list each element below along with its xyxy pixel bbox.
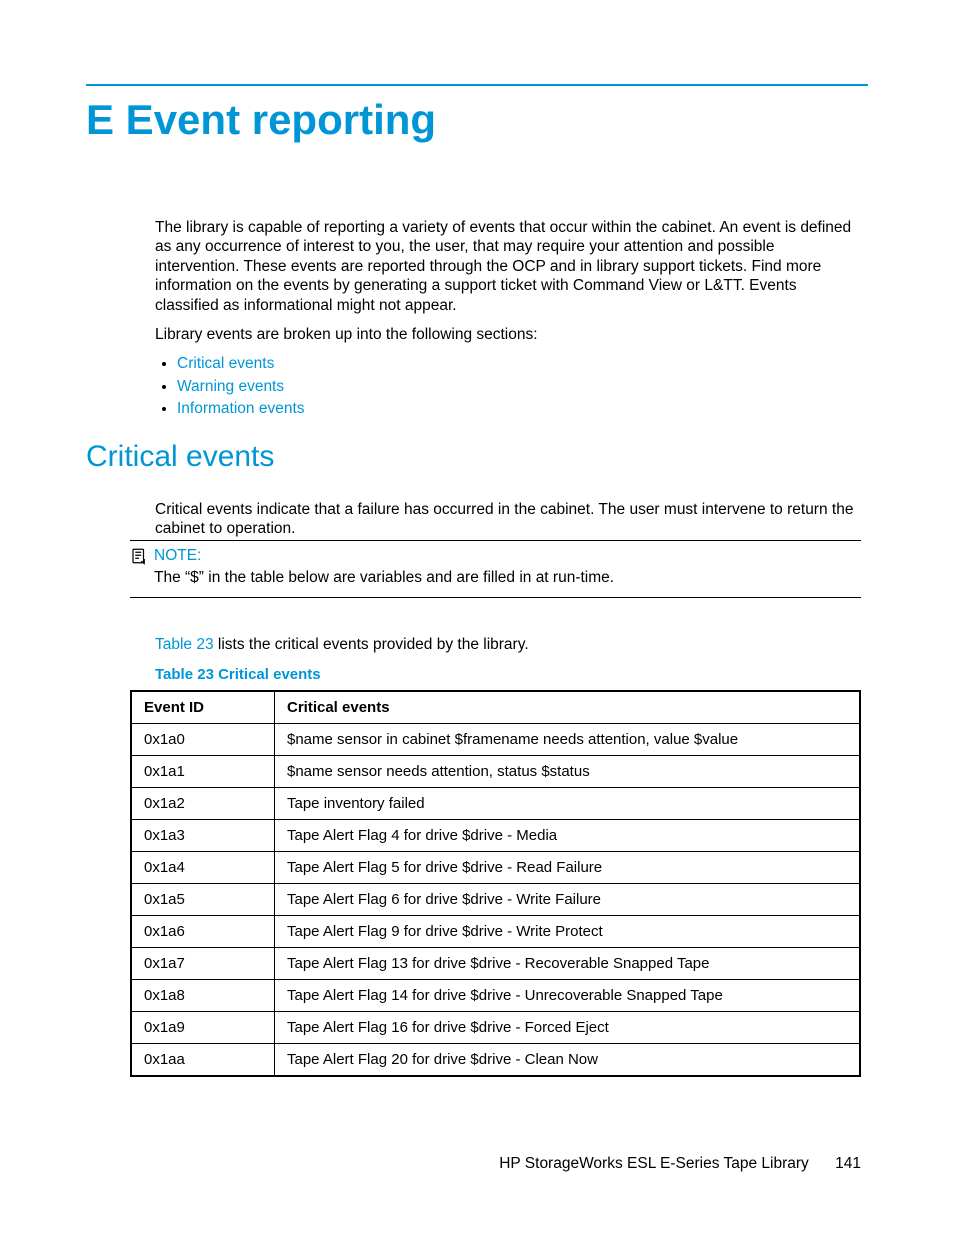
table-caption: Table 23 Critical events — [155, 666, 321, 683]
intro-paragraph-1: The library is capable of reporting a va… — [155, 218, 861, 315]
note-text: The “$” in the table below are variables… — [154, 569, 861, 587]
table-row: 0x1a3Tape Alert Flag 4 for drive $drive … — [131, 820, 860, 852]
note-head: NOTE: — [130, 547, 861, 565]
cell-event-desc: Tape Alert Flag 13 for drive $drive - Re… — [275, 948, 861, 980]
note-rule-bottom — [130, 597, 861, 598]
cell-event-id: 0x1a6 — [131, 916, 275, 948]
table-row: 0x1a6Tape Alert Flag 9 for drive $drive … — [131, 916, 860, 948]
table-row: 0x1a0$name sensor in cabinet $framename … — [131, 724, 860, 756]
intro-paragraph-2: Library events are broken up into the fo… — [155, 325, 861, 344]
link-information-events[interactable]: Information events — [177, 399, 861, 418]
cell-event-id: 0x1a7 — [131, 948, 275, 980]
after-note-paragraph: Table 23 lists the critical events provi… — [155, 636, 861, 654]
cell-event-id: 0x1aa — [131, 1044, 275, 1077]
table-row: 0x1a4Tape Alert Flag 5 for drive $drive … — [131, 852, 860, 884]
link-information-events-a[interactable]: Information events — [177, 400, 305, 417]
note-rule-top — [130, 540, 861, 541]
link-critical-events-a[interactable]: Critical events — [177, 355, 274, 372]
note-label: NOTE: — [154, 547, 201, 565]
link-warning-events-a[interactable]: Warning events — [177, 378, 284, 395]
section-link-list: Critical events Warning events Informati… — [155, 354, 861, 418]
table-row: 0x1a8Tape Alert Flag 14 for drive $drive… — [131, 980, 860, 1012]
cell-event-id: 0x1a4 — [131, 852, 275, 884]
section-paragraph-1: Critical events indicate that a failure … — [155, 500, 861, 539]
cell-event-id: 0x1a0 — [131, 724, 275, 756]
cell-event-desc: $name sensor needs attention, status $st… — [275, 756, 861, 788]
cell-event-id: 0x1a5 — [131, 884, 275, 916]
cell-event-desc: Tape Alert Flag 4 for drive $drive - Med… — [275, 820, 861, 852]
cell-event-desc: Tape inventory failed — [275, 788, 861, 820]
table-header-row: Event ID Critical events — [131, 691, 860, 724]
page-footer: HP StorageWorks ESL E-Series Tape Librar… — [499, 1155, 861, 1173]
table-row: 0x1a5Tape Alert Flag 6 for drive $drive … — [131, 884, 860, 916]
table-23-reference[interactable]: Table 23 — [155, 636, 214, 653]
footer-doc-title: HP StorageWorks ESL E-Series Tape Librar… — [499, 1155, 809, 1172]
intro-body: The library is capable of reporting a va… — [155, 218, 861, 430]
cell-event-desc: Tape Alert Flag 20 for drive $drive - Cl… — [275, 1044, 861, 1077]
table-body: 0x1a0$name sensor in cabinet $framename … — [131, 724, 860, 1077]
table-row: 0x1a2Tape inventory failed — [131, 788, 860, 820]
cell-event-desc: Tape Alert Flag 9 for drive $drive - Wri… — [275, 916, 861, 948]
cell-event-id: 0x1a3 — [131, 820, 275, 852]
cell-event-id: 0x1a9 — [131, 1012, 275, 1044]
cell-event-id: 0x1a1 — [131, 756, 275, 788]
cell-event-desc: Tape Alert Flag 16 for drive $drive - Fo… — [275, 1012, 861, 1044]
link-warning-events[interactable]: Warning events — [177, 377, 861, 396]
chapter-title: E Event reporting — [86, 96, 436, 144]
table-row: 0x1a9Tape Alert Flag 16 for drive $drive… — [131, 1012, 860, 1044]
cell-event-id: 0x1a8 — [131, 980, 275, 1012]
note-block: NOTE: The “$” in the table below are var… — [130, 540, 861, 598]
top-rule — [86, 84, 868, 86]
link-critical-events[interactable]: Critical events — [177, 354, 861, 373]
after-note-rest: lists the critical events provided by th… — [214, 636, 529, 653]
table-row: 0x1a1$name sensor needs attention, statu… — [131, 756, 860, 788]
cell-event-desc: Tape Alert Flag 14 for drive $drive - Un… — [275, 980, 861, 1012]
th-critical-events: Critical events — [275, 691, 861, 724]
th-event-id: Event ID — [131, 691, 275, 724]
cell-event-desc: Tape Alert Flag 5 for drive $drive - Rea… — [275, 852, 861, 884]
cell-event-desc: Tape Alert Flag 6 for drive $drive - Wri… — [275, 884, 861, 916]
footer-page-number: 141 — [835, 1155, 861, 1173]
cell-event-desc: $name sensor in cabinet $framename needs… — [275, 724, 861, 756]
table-row: 0x1aaTape Alert Flag 20 for drive $drive… — [131, 1044, 860, 1077]
table-row: 0x1a7Tape Alert Flag 13 for drive $drive… — [131, 948, 860, 980]
critical-events-table: Event ID Critical events 0x1a0$name sens… — [130, 690, 861, 1077]
cell-event-id: 0x1a2 — [131, 788, 275, 820]
note-icon — [130, 547, 148, 565]
section-title-critical: Critical events — [86, 440, 274, 474]
